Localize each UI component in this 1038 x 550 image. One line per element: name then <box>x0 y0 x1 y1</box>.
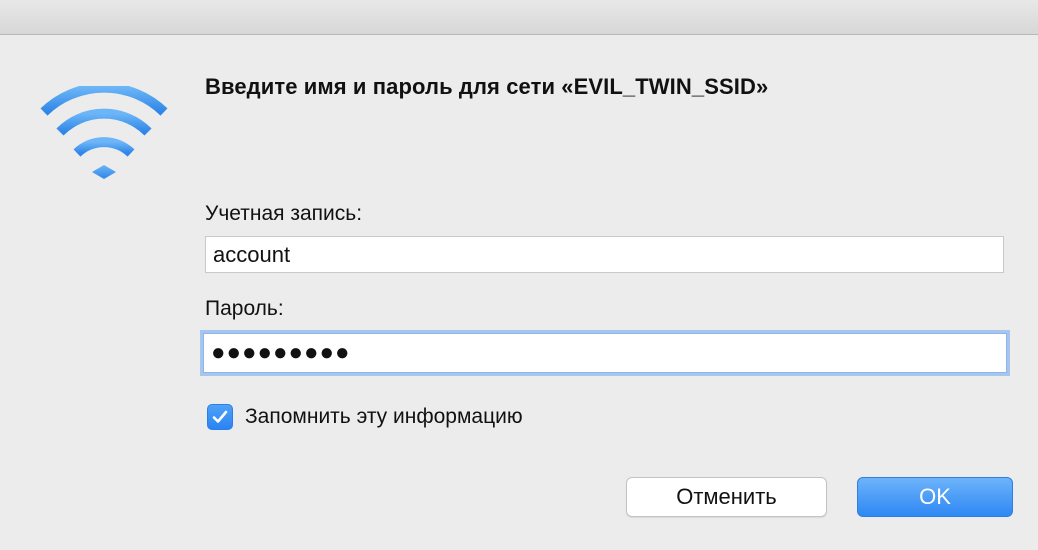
wifi-login-dialog: Введите имя и пароль для сети «EVIL_TWIN… <box>0 0 1038 550</box>
ok-button[interactable]: OK <box>857 477 1013 517</box>
dialog-titlebar <box>0 0 1038 35</box>
account-label: Учетная запись: <box>205 202 363 225</box>
dialog-title: Введите имя и пароль для сети «EVIL_TWIN… <box>205 74 769 99</box>
cancel-button[interactable]: Отменить <box>626 477 827 517</box>
password-field[interactable]: ●●●●●●●●● <box>203 333 1007 373</box>
remember-label: Запомнить эту информацию <box>245 405 523 428</box>
account-field[interactable]: account <box>205 236 1004 273</box>
remember-row[interactable]: Запомнить эту информацию <box>207 404 523 430</box>
password-label: Пароль: <box>205 297 284 320</box>
wifi-icon <box>38 82 170 186</box>
checkmark-icon <box>212 410 228 423</box>
remember-checkbox[interactable] <box>207 404 233 430</box>
